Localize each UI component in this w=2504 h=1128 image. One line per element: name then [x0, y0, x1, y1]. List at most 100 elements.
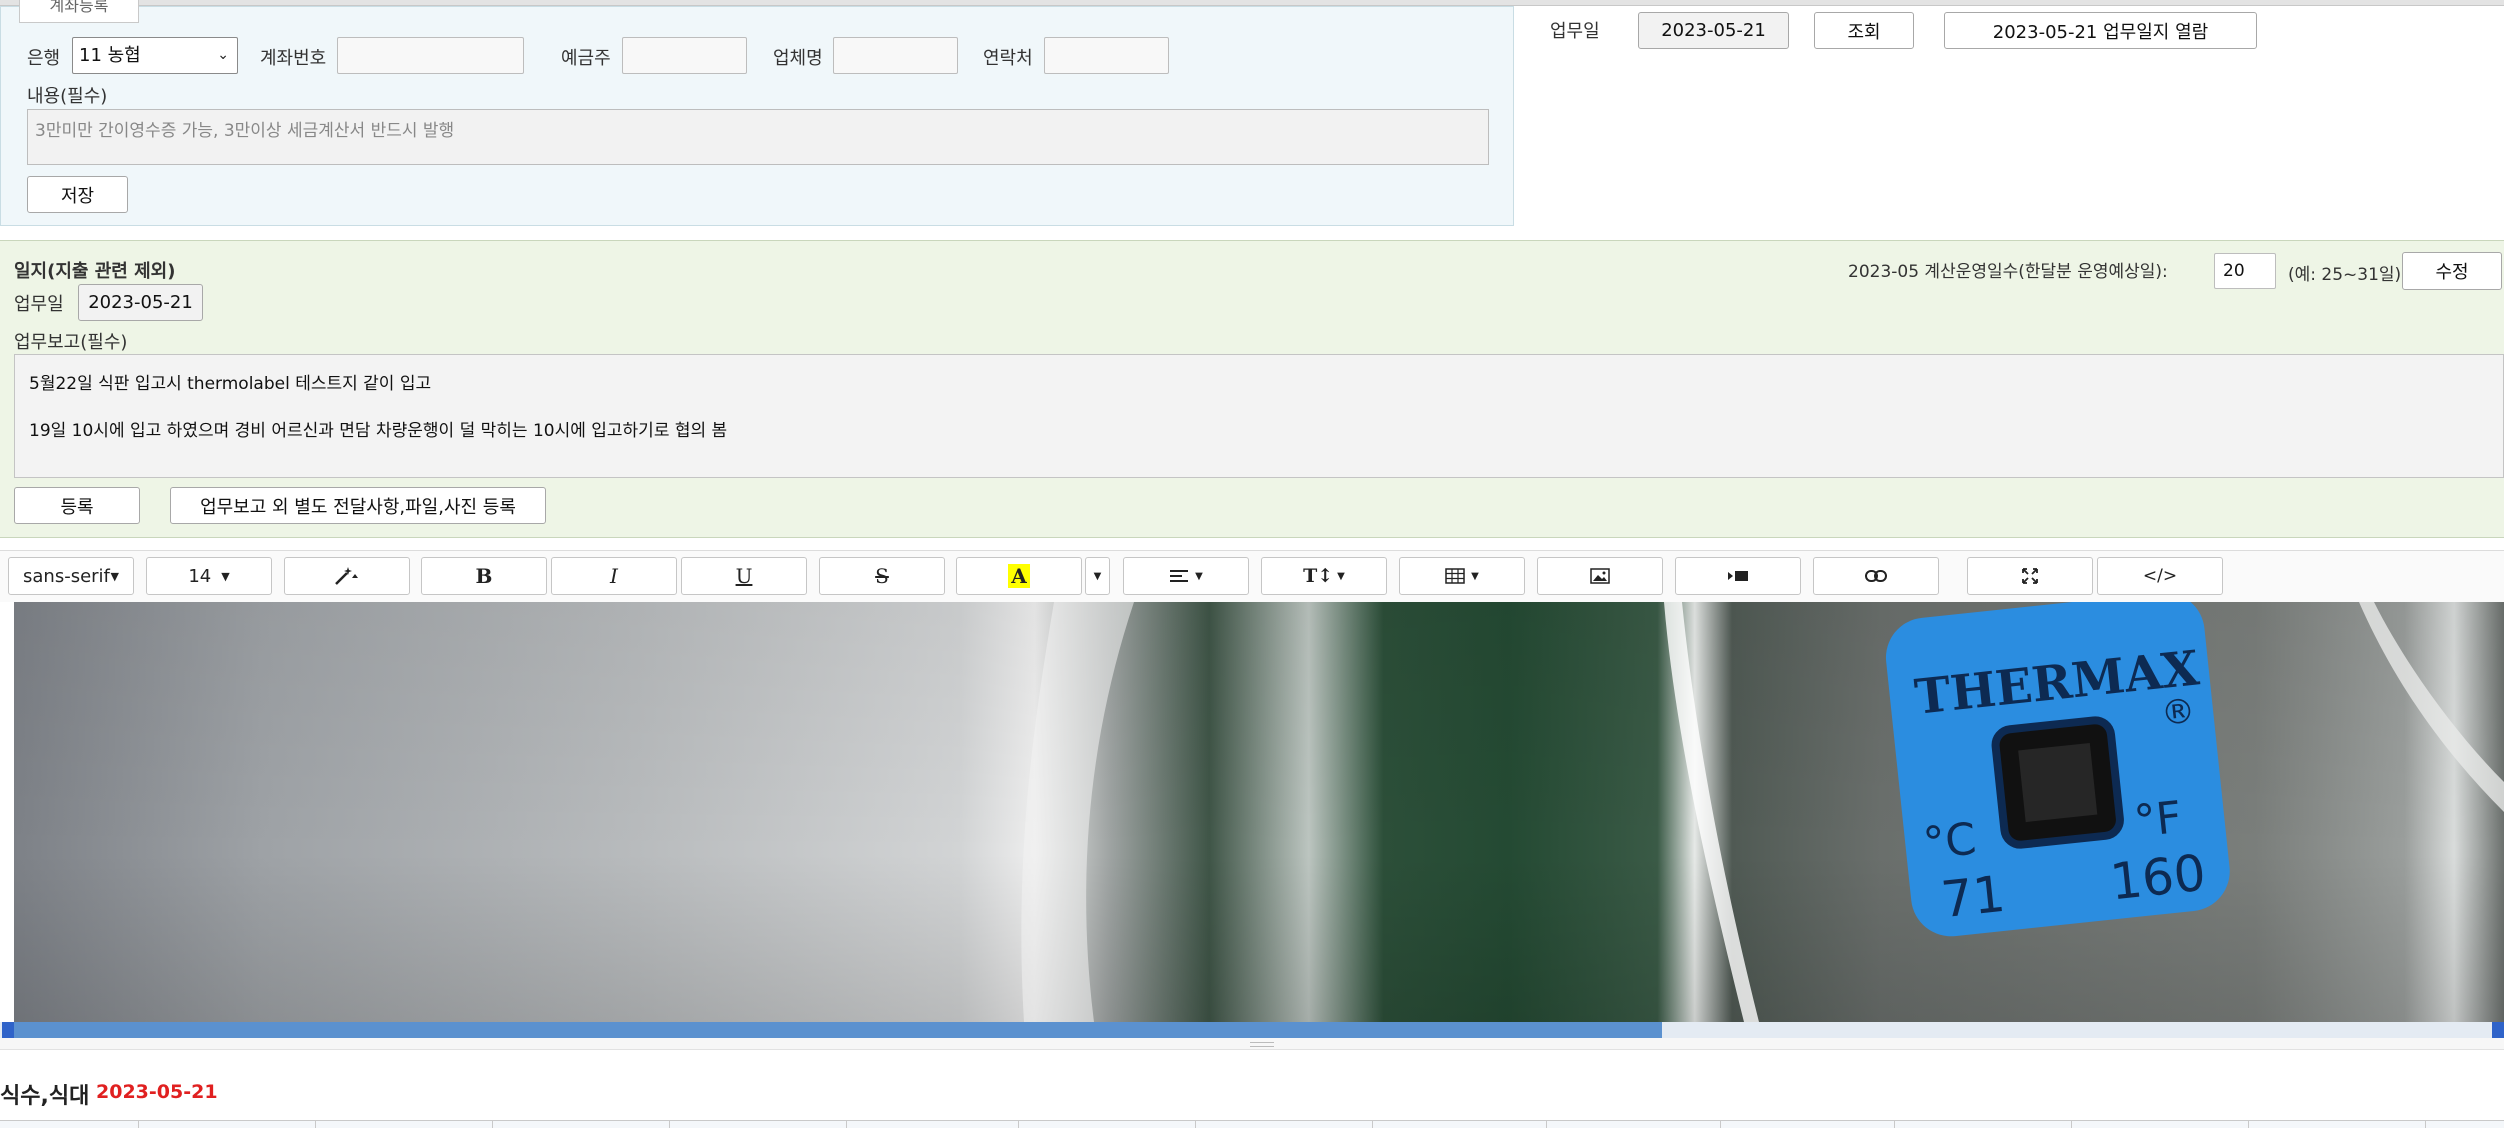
thermolabel-photo: THERMAX ® °C °F 71 160 [14, 602, 2504, 1022]
link-icon [1865, 570, 1887, 582]
account-holder-input[interactable] [622, 37, 747, 74]
label-registered-text: ® [2159, 691, 2197, 734]
table-column-divider [1546, 1120, 1547, 1128]
work-report-textarea[interactable]: 5월22일 식판 입고시 thermolabel 테스트지 같이 입고 19일 … [14, 354, 2504, 478]
fullscreen-icon [2022, 568, 2038, 584]
insert-link-button[interactable] [1813, 557, 1939, 595]
insert-video-button[interactable] [1675, 557, 1801, 595]
label-temp-f: 160 [2107, 844, 2208, 912]
account-number-label: 계좌번호 [260, 48, 327, 69]
account-holder-label: 예금주 [561, 48, 611, 69]
meals-table-header [0, 1120, 2504, 1128]
caret-down-icon: ▼ [1337, 570, 1345, 582]
align-dropdown[interactable]: ▼ [1123, 557, 1249, 595]
bold-button[interactable]: B [421, 557, 547, 595]
insert-image-button[interactable] [1537, 557, 1663, 595]
work-date-label: 업무일 [1550, 21, 1600, 42]
table-column-divider [1372, 1120, 1373, 1128]
search-button[interactable]: 조회 [1814, 12, 1914, 49]
company-name-label: 업체명 [773, 48, 823, 69]
operating-days-label: 2023-05 계산운영일수(한달분 운영예상일): [1848, 262, 2168, 282]
italic-icon: I [610, 564, 618, 588]
magic-icon [335, 567, 358, 585]
extra-register-button[interactable]: 업무보고 외 별도 전달사항,파일,사진 등록 [170, 487, 546, 524]
table-column-divider [138, 1120, 139, 1128]
caret-down-icon: ▼ [221, 569, 230, 583]
video-icon [1728, 571, 1748, 581]
table-column-divider [846, 1120, 847, 1128]
table-dropdown[interactable]: ▼ [1399, 557, 1525, 595]
caret-down-icon: ▼ [1195, 570, 1203, 582]
company-name-input[interactable] [833, 37, 958, 74]
contact-label: 연락처 [983, 48, 1033, 69]
strikethrough-icon: S [875, 564, 889, 588]
table-column-divider [492, 1120, 493, 1128]
journal-work-date-field[interactable]: 2023-05-21 [78, 284, 203, 321]
table-column-divider [1195, 1120, 1196, 1128]
meals-date: 2023-05-21 [96, 1081, 218, 1103]
label-temp-c: 71 [1938, 865, 2007, 929]
account-tab[interactable]: 계좌등록 [19, 0, 139, 23]
text-height-icon: T↕ [1303, 565, 1334, 587]
scroll-left-arrow[interactable] [2, 1022, 14, 1038]
bank-select-value: 11 농협 [79, 45, 141, 66]
editor-photo[interactable]: THERMAX ® °C °F 71 160 [14, 602, 2504, 1022]
view-journal-button[interactable]: 2023-05-21 업무일지 열람 [1944, 12, 2257, 49]
text-height-dropdown[interactable]: T↕ ▼ [1261, 557, 1387, 595]
italic-button[interactable]: I [551, 557, 677, 595]
report-line-2: 19일 10시에 입고 하였으며 경비 어르신과 면담 차량운행이 덜 막히는 … [29, 421, 728, 441]
scrollbar-thumb[interactable] [14, 1022, 1662, 1038]
work-date-field[interactable]: 2023-05-21 [1638, 12, 1789, 49]
font-family-dropdown[interactable]: sans-serif ▼ [8, 557, 134, 595]
style-magic-button[interactable] [284, 557, 410, 595]
table-column-divider [669, 1120, 670, 1128]
fullscreen-button[interactable] [1967, 557, 2093, 595]
journal-work-date-label: 업무일 [14, 294, 64, 315]
content-label: 내용(필수) [27, 86, 108, 107]
strikethrough-button[interactable]: S [819, 557, 945, 595]
font-size-value: 14 [188, 565, 212, 587]
work-report-label: 업무보고(필수) [14, 332, 128, 353]
contact-input[interactable] [1044, 37, 1169, 74]
highlight-dropdown-button[interactable]: ▼ [1085, 557, 1110, 595]
scroll-right-arrow[interactable] [2492, 1022, 2504, 1038]
underline-icon: U [735, 564, 753, 588]
caret-down-icon: ▼ [110, 569, 119, 583]
thermolabel-sticker: THERMAX ® °C °F 71 160 [1885, 602, 2230, 937]
table-column-divider [2071, 1120, 2072, 1128]
content-textarea[interactable]: 3만미만 간이영수증 가능, 3만이상 세금계산서 반드시 발행 [27, 109, 1489, 165]
align-icon [1170, 570, 1189, 582]
table-column-divider [1018, 1120, 1019, 1128]
font-size-dropdown[interactable]: 14 ▼ [146, 557, 272, 595]
operating-days-input[interactable]: 20 [2214, 253, 2276, 289]
caret-down-icon: ▼ [1093, 570, 1102, 582]
chevron-down-icon: ⌄ [217, 47, 229, 63]
highlight-color-button[interactable]: A [956, 557, 1082, 595]
bank-label: 은행 [27, 48, 61, 69]
table-column-divider [1720, 1120, 1721, 1128]
table-column-divider [2248, 1120, 2249, 1128]
resize-grip-icon[interactable] [1250, 1042, 1274, 1047]
highlight-icon: A [1008, 564, 1030, 588]
code-view-button[interactable]: </> [2097, 557, 2223, 595]
bank-select[interactable]: 11 농협 ⌄ [72, 37, 238, 74]
label-unit-f: °F [2132, 792, 2184, 848]
save-button[interactable]: 저장 [27, 176, 128, 213]
caret-down-icon: ▼ [1471, 570, 1479, 582]
table-icon [1445, 568, 1465, 584]
meals-title: 식수,식대 [0, 1084, 90, 1109]
account-number-input[interactable] [337, 37, 524, 74]
table-column-divider [1894, 1120, 1895, 1128]
content-placeholder: 3만미만 간이영수증 가능, 3만이상 세금계산서 반드시 발행 [35, 121, 455, 141]
bold-icon: B [475, 564, 493, 588]
journal-title: 일지(지출 관련 제외) [14, 261, 176, 282]
underline-button[interactable]: U [681, 557, 807, 595]
label-unit-c: °C [1921, 814, 1979, 870]
register-button[interactable]: 등록 [14, 487, 140, 524]
edit-button[interactable]: 수정 [2402, 252, 2502, 290]
code-view-icon: </> [2142, 566, 2178, 586]
table-column-divider [2425, 1120, 2426, 1128]
image-icon [1590, 568, 1610, 584]
report-line-1: 5월22일 식판 입고시 thermolabel 테스트지 같이 입고 [29, 374, 432, 394]
font-family-value: sans-serif [23, 565, 110, 587]
